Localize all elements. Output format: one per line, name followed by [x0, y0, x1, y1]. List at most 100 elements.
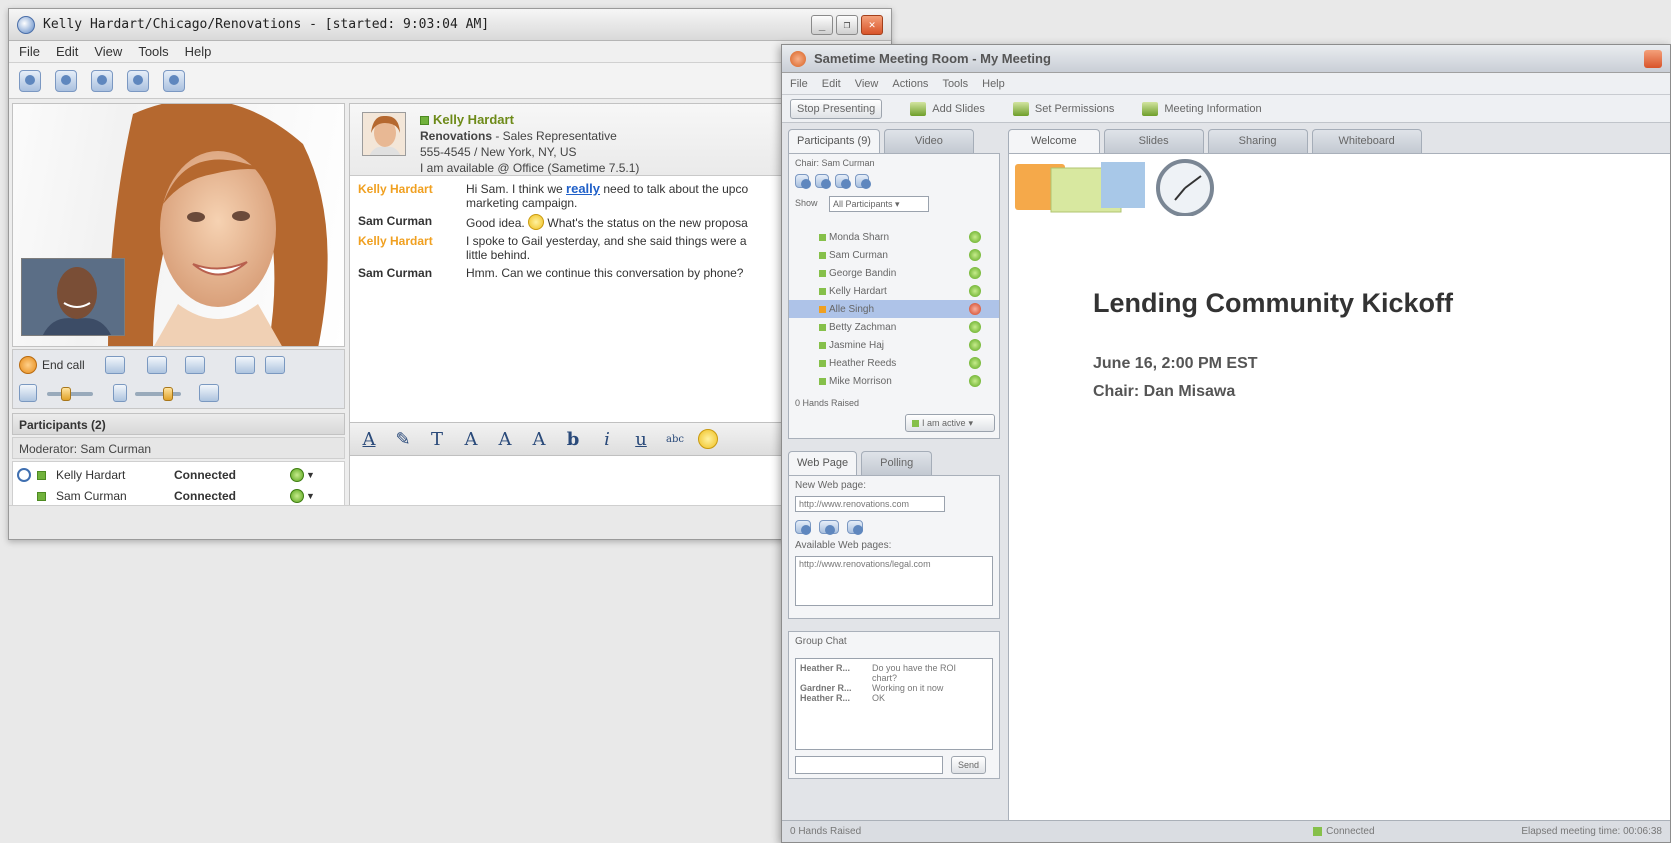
chat-toolbar — [9, 63, 891, 99]
message-text: Hmm. Can we continue this conversation b… — [466, 266, 744, 280]
menu-view[interactable]: View — [94, 44, 122, 59]
presence-icon[interactable] — [290, 489, 304, 503]
browser-icon[interactable] — [795, 520, 811, 535]
participant-row[interactable]: Kelly Hardart Connected ▼ — [13, 465, 344, 485]
menu-tools[interactable]: Tools — [138, 44, 168, 59]
send-button[interactable]: Send — [951, 756, 987, 774]
close-button[interactable]: ✕ — [861, 14, 883, 35]
tab-sharing[interactable]: Sharing — [1207, 129, 1308, 153]
shrink-font-icon[interactable]: A — [528, 429, 550, 450]
available-pages-list[interactable]: http://www.renovations/legal.com — [795, 556, 993, 606]
menu-help[interactable]: Help — [185, 44, 212, 59]
maximize-button[interactable]: ❐ — [836, 14, 858, 35]
participant-status: Connected — [174, 489, 237, 503]
bold-button[interactable]: b — [562, 429, 584, 450]
video-main — [12, 103, 345, 347]
status-connection: Connected — [1326, 826, 1375, 837]
remove-page-icon[interactable] — [847, 520, 863, 535]
participant-row[interactable]: Monda Sharn — [789, 228, 999, 246]
font-size-icon[interactable]: A — [460, 429, 482, 450]
moderator-icon — [17, 468, 31, 482]
menu-edit[interactable]: Edit — [56, 44, 78, 59]
show-filter-select[interactable]: All Participants ▾ — [829, 196, 929, 212]
tab-whiteboard[interactable]: Whiteboard — [1311, 129, 1422, 153]
presence-icon[interactable] — [290, 468, 304, 482]
person-icon[interactable] — [815, 174, 831, 189]
video-toggle-icon[interactable] — [235, 356, 255, 374]
participant-row[interactable]: Mike Morrison — [789, 372, 999, 390]
font-icon[interactable]: T — [426, 429, 448, 450]
menu-file[interactable]: File — [19, 44, 40, 59]
call-options-icon[interactable] — [105, 356, 125, 374]
set-permissions-button[interactable]: Set Permissions — [1012, 101, 1114, 116]
font-color-icon[interactable]: A — [358, 429, 380, 450]
chevron-down-icon[interactable]: ▼ — [306, 470, 315, 480]
speaker-volume-slider[interactable] — [47, 387, 93, 401]
tab-slides[interactable]: Slides — [1103, 129, 1204, 153]
people-icon[interactable] — [855, 174, 871, 189]
hand-icon[interactable] — [795, 174, 811, 189]
add-people-icon[interactable] — [19, 69, 41, 92]
tab-welcome[interactable]: Welcome — [1008, 129, 1100, 153]
self-video-pip[interactable] — [21, 258, 125, 336]
presence-icon — [969, 375, 981, 387]
stop-presenting-button[interactable]: Stop Presenting — [790, 98, 883, 119]
new-web-page-input[interactable]: http://www.renovations.com — [795, 496, 945, 512]
add-slides-label: Add Slides — [932, 102, 985, 115]
emoticon-icon[interactable] — [698, 429, 718, 449]
preview-icon[interactable] — [265, 356, 285, 374]
tab-web-page[interactable]: Web Page — [788, 451, 858, 475]
grow-font-icon[interactable]: A — [494, 429, 516, 450]
end-call-button[interactable]: End call — [19, 356, 85, 374]
participant-row[interactable]: Sam Curman — [789, 246, 999, 264]
spell-check-icon[interactable]: abc — [664, 434, 686, 445]
highlight-icon[interactable]: ✎ — [392, 429, 414, 450]
chat-statusbar — [9, 505, 891, 539]
menu-view[interactable]: View — [855, 78, 879, 90]
self-video-feed — [22, 259, 124, 335]
status-icon — [819, 305, 826, 313]
mic-volume-slider[interactable] — [135, 387, 181, 401]
add-slides-button[interactable]: Add Slides — [910, 101, 985, 116]
contact-info-icon[interactable] — [163, 69, 185, 92]
group-chat-input[interactable] — [795, 756, 943, 774]
participant-row[interactable]: Kelly Hardart — [789, 282, 999, 300]
close-button[interactable] — [1644, 49, 1662, 68]
pen-icon[interactable] — [835, 174, 851, 189]
italic-button[interactable]: i — [596, 429, 618, 450]
participant-row[interactable]: George Bandin — [789, 264, 999, 282]
participant-row[interactable]: Heather Reeds — [789, 354, 999, 372]
invite-icon[interactable] — [55, 69, 77, 92]
video-camera-icon[interactable] — [185, 356, 205, 374]
tab-video[interactable]: Video — [883, 129, 974, 153]
minimize-button[interactable]: _ — [811, 14, 833, 35]
group-chat-transcript: Heather R... Do you have the ROI chart? G… — [795, 658, 993, 750]
underline-button[interactable]: u — [630, 429, 652, 450]
menu-file[interactable]: File — [790, 78, 808, 90]
tab-participants[interactable]: Participants (9) — [788, 129, 880, 153]
send-file-icon[interactable] — [127, 69, 149, 92]
presence-icon — [969, 249, 981, 261]
phone-icon[interactable] — [91, 69, 113, 92]
menu-help[interactable]: Help — [982, 78, 1005, 90]
menu-tools[interactable]: Tools — [942, 78, 968, 90]
participant-row-selected[interactable]: Alle Singh — [789, 300, 999, 318]
menu-edit[interactable]: Edit — [822, 78, 841, 90]
conference-icon[interactable] — [147, 356, 167, 374]
i-am-active-button[interactable]: I am active ▾ — [905, 414, 995, 432]
presentation-slide: Lending Community Kickoff June 16, 2:00 … — [1008, 153, 1670, 842]
menu-actions[interactable]: Actions — [892, 78, 928, 90]
message-link[interactable]: really — [566, 181, 600, 196]
end-call-label: End call — [42, 358, 85, 372]
share-page-icon[interactable] — [819, 520, 839, 535]
audio-levels-icon[interactable] — [199, 384, 219, 402]
participant-row[interactable]: Sam Curman Connected ▼ — [13, 486, 344, 506]
participant-row[interactable]: Jasmine Haj — [789, 336, 999, 354]
participant-name: Kelly Hardart — [829, 285, 887, 297]
participant-row[interactable]: Betty Zachman — [789, 318, 999, 336]
sametime-logo-icon — [790, 50, 806, 67]
meeting-menubar: File Edit View Actions Tools Help — [782, 73, 1670, 95]
meeting-info-button[interactable]: Meeting Information — [1142, 101, 1262, 116]
chevron-down-icon[interactable]: ▼ — [306, 491, 315, 501]
tab-polling[interactable]: Polling — [861, 451, 933, 475]
